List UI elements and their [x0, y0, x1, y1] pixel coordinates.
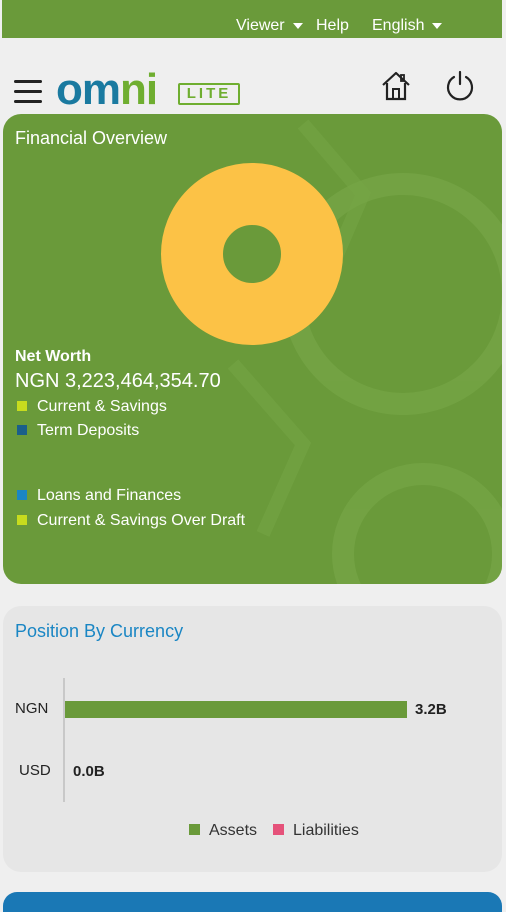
language-dropdown[interactable]: English [372, 17, 443, 35]
currency-label-ngn: NGN [15, 700, 49, 717]
position-by-currency-card: Position By Currency NGN 3.2B USD 0.0B A… [3, 606, 502, 872]
financial-overview-title: Financial Overview [15, 128, 168, 148]
menu-icon[interactable] [14, 80, 42, 104]
donut-segment-current-savings [161, 163, 343, 345]
legend-current-savings-overdraft: Current & Savings Over Draft [17, 512, 245, 530]
net-worth-value: NGN 3,223,464,354.70 [15, 370, 221, 392]
role-dropdown[interactable]: Viewer [236, 17, 303, 35]
language-label: English [372, 17, 425, 34]
legend-term-deposits: Term Deposits [17, 422, 139, 440]
net-worth-label: Net Worth [15, 348, 92, 365]
chevron-down-icon [432, 22, 443, 29]
currency-label-usd: USD [19, 762, 51, 779]
chart-axis [63, 678, 65, 802]
legend-assets: Assets [189, 822, 257, 840]
home-icon[interactable] [380, 70, 412, 102]
net-worth-donut-chart[interactable] [161, 163, 343, 345]
power-icon[interactable] [444, 70, 476, 102]
legend-current-savings: Current & Savings [17, 398, 167, 416]
next-card-header [3, 892, 502, 912]
role-label: Viewer [236, 17, 285, 34]
financial-overview-card: Financial Overview Net Worth NGN 3,223,4… [3, 114, 502, 584]
position-by-currency-title: Position By Currency [15, 621, 184, 641]
top-bar: Viewer Help English [2, 0, 502, 38]
chevron-down-icon [292, 22, 303, 29]
logo-badge: LITE [186, 85, 232, 102]
help-link[interactable]: Help [316, 17, 349, 35]
bar-ngn-assets[interactable] [65, 701, 407, 718]
bar-value-ngn: 3.2B [415, 701, 447, 718]
bar-value-usd: 0.0B [73, 763, 105, 780]
legend-liabilities: Liabilities [273, 822, 359, 840]
legend-loans-finances: Loans and Finances [17, 487, 181, 505]
